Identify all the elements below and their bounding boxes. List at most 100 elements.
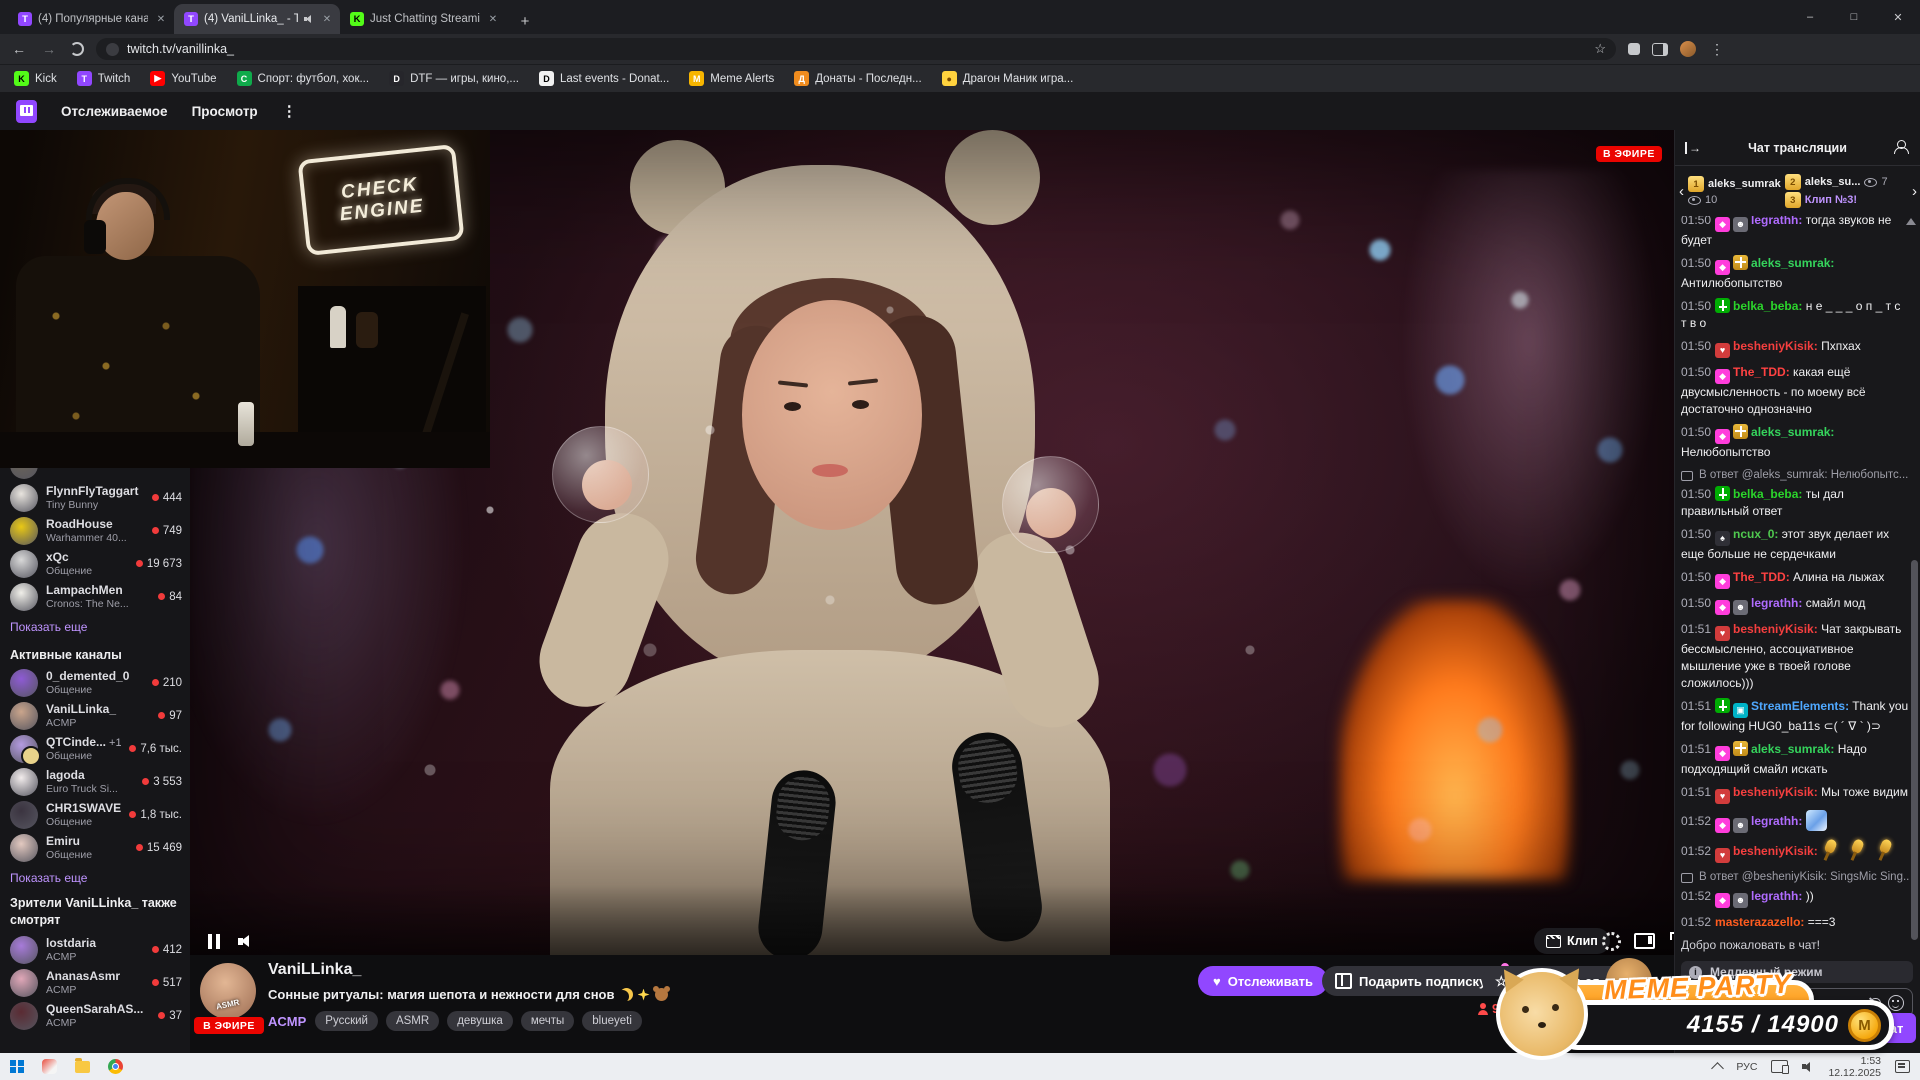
pip-stream[interactable]: CHECK ENGINE xyxy=(0,130,490,468)
message-username[interactable]: legrathh: xyxy=(1751,216,1802,227)
minimize-button[interactable]: – xyxy=(1788,0,1832,34)
sidebar-channel-row[interactable]: AnanasAsmrACMP517 xyxy=(0,966,190,999)
chat-scrollbar[interactable] xyxy=(1911,560,1918,940)
sidebar-channel-row[interactable]: lagodaEuro Truck Si...3 553 xyxy=(0,765,190,798)
clip-card[interactable]: 2aleks_su...7 3Клип №3! xyxy=(1785,174,1888,208)
message-username[interactable]: legrathh: xyxy=(1751,814,1802,828)
tray-expand-icon[interactable] xyxy=(1712,1062,1725,1075)
site-info-icon[interactable] xyxy=(106,43,119,56)
pause-button[interactable] xyxy=(208,934,222,949)
message-username[interactable]: masterazazello: xyxy=(1715,915,1804,929)
browser-tab[interactable]: T(4) Популярные каналы - Twitc✕ xyxy=(8,4,174,34)
follow-button[interactable]: ♥Отслеживать xyxy=(1198,966,1328,996)
chat-users-icon[interactable] xyxy=(1894,140,1910,154)
message-username[interactable]: aleks_sumrak: xyxy=(1751,742,1834,756)
browser-tab[interactable]: T(4) VaniLLinka_ - Twitch✕ xyxy=(174,4,340,34)
language-indicator[interactable]: РУС xyxy=(1736,1061,1757,1073)
sidebar-channel-row[interactable]: VaniLLinka_ACMP97 xyxy=(0,699,190,732)
message-username[interactable]: The_TDD: xyxy=(1733,570,1790,584)
show-more-link[interactable]: Показать еще xyxy=(10,871,190,885)
message-username[interactable]: The_TDD: xyxy=(1733,365,1790,379)
bookmark-item[interactable]: KKick xyxy=(14,71,57,86)
message-username[interactable]: ncux_0: xyxy=(1733,527,1778,541)
sidebar-channel-row[interactable]: FlynnFlyTaggartTiny Bunny444 xyxy=(0,481,190,514)
sidebar-channel-row[interactable]: LampachMenCronos: The Ne...84 xyxy=(0,580,190,613)
taskbar-app-icon[interactable] xyxy=(42,1059,57,1074)
bookmark-item[interactable]: TTwitch xyxy=(77,71,131,86)
chrome-icon[interactable] xyxy=(108,1059,123,1074)
bookmark-item[interactable]: DDTF — игры, кино,... xyxy=(389,71,519,86)
category-link[interactable]: ACMP xyxy=(268,1014,306,1029)
browser-menu-icon[interactable]: ⋮ xyxy=(1708,41,1726,58)
clip-card[interactable]: 1aleks_sumrak 10 xyxy=(1688,176,1781,206)
extensions-icon[interactable] xyxy=(1628,43,1640,55)
nav-following[interactable]: Отслеживаемое xyxy=(61,104,168,119)
start-button-icon[interactable] xyxy=(10,1060,24,1074)
bookmark-item[interactable]: ▶YouTube xyxy=(150,71,216,86)
reload-icon[interactable] xyxy=(70,42,84,56)
theater-mode-icon[interactable] xyxy=(1634,933,1655,949)
player-settings-icon[interactable] xyxy=(1602,932,1621,951)
browser-profile-avatar[interactable] xyxy=(1680,41,1696,57)
stream-tag[interactable]: девушка xyxy=(447,1011,513,1031)
nav-browse[interactable]: Просмотр xyxy=(192,104,258,119)
stream-tag[interactable]: мечты xyxy=(521,1011,574,1031)
message-username[interactable]: legrathh: xyxy=(1751,596,1802,610)
tab-close-icon[interactable]: ✕ xyxy=(486,14,500,25)
sidebar-channel-row[interactable]: RoadHouseWarhammer 40...749 xyxy=(0,514,190,547)
message-username[interactable]: besheniyKisik: xyxy=(1733,622,1818,636)
message-username[interactable]: besheniyKisik: xyxy=(1733,785,1818,799)
sidebar-channel-row[interactable]: EmiruОбщение15 469 xyxy=(0,831,190,864)
channel-avatar xyxy=(10,969,38,997)
message-username[interactable]: legrathh: xyxy=(1751,889,1802,903)
sidebar-channel-row[interactable]: xQcОбщение19 673 xyxy=(0,547,190,580)
message-username[interactable]: besheniyKisik: xyxy=(1733,339,1818,353)
back-icon[interactable]: ← xyxy=(10,41,28,57)
bookmark-item[interactable]: ССпорт: футбол, хок... xyxy=(237,71,370,86)
message-username[interactable]: belka_beba: xyxy=(1733,299,1802,313)
nav-more-icon[interactable]: ⋮ xyxy=(282,102,297,120)
bookmark-star-icon[interactable]: ☆ xyxy=(1594,41,1606,57)
maximize-button[interactable]: □ xyxy=(1832,0,1876,34)
taskbar-clock[interactable]: 1:53 12.12.2025 xyxy=(1828,1055,1881,1079)
file-explorer-icon[interactable] xyxy=(75,1061,90,1073)
stream-tag[interactable]: blueyeti xyxy=(582,1011,642,1031)
message-username[interactable]: belka_beba: xyxy=(1733,487,1802,501)
side-panel-icon[interactable] xyxy=(1652,43,1668,56)
message-username[interactable]: aleks_sumrak: xyxy=(1751,425,1834,439)
clip-button[interactable]: Клип xyxy=(1534,928,1610,954)
sidebar-channel-row[interactable]: 0_demented_0Общение210 xyxy=(0,666,190,699)
stream-tag[interactable]: ASMR xyxy=(386,1011,439,1031)
message-username[interactable]: StreamElements: xyxy=(1751,699,1849,713)
sidebar-channel-row[interactable]: QTCinde... +1Общение7,6 тыс. xyxy=(0,732,190,765)
new-tab-button[interactable]: + xyxy=(512,8,538,34)
channel-avatar[interactable]: ASMR xyxy=(200,963,256,1019)
speaker-icon[interactable] xyxy=(1802,1062,1814,1072)
sidebar-channel-row[interactable]: lostdariaACMP412 xyxy=(0,933,190,966)
tab-close-icon[interactable]: ✕ xyxy=(154,14,168,25)
twitch-logo-icon[interactable] xyxy=(16,100,37,123)
emote-picker-icon[interactable] xyxy=(1888,995,1904,1011)
sidebar-channel-row[interactable]: CHR1SWAVEОбщение1,8 тыс. xyxy=(0,798,190,831)
message-username[interactable]: besheniyKisik: xyxy=(1733,844,1818,858)
collapse-chat-icon[interactable]: → xyxy=(1685,141,1701,155)
volume-icon[interactable] xyxy=(238,935,254,948)
bookmark-item[interactable]: MMeme Alerts xyxy=(689,71,774,86)
carousel-left-icon[interactable]: ‹ xyxy=(1679,183,1684,200)
url-bar[interactable]: twitch.tv/vanillinka_ ☆ xyxy=(96,38,1616,60)
bookmark-item[interactable]: DLast events - Donat... xyxy=(539,71,669,86)
bookmark-item[interactable]: ●Драгон Маник игра... xyxy=(942,71,1074,86)
notification-center-icon[interactable] xyxy=(1895,1060,1910,1073)
carousel-right-icon[interactable]: › xyxy=(1912,183,1917,200)
display-icon[interactable] xyxy=(1771,1060,1788,1073)
bookmark-item[interactable]: ДДонаты - Последн... xyxy=(794,71,921,86)
message-username[interactable]: aleks_sumrak: xyxy=(1751,256,1834,270)
sidebar-channel-row[interactable]: QueenSarahAS...ACMP37 xyxy=(0,999,190,1032)
tab-close-icon[interactable]: ✕ xyxy=(320,14,334,25)
show-more-link[interactable]: Показать еще xyxy=(10,620,190,634)
stream-tag[interactable]: Русский xyxy=(315,1011,378,1031)
channel-name[interactable]: VaniLLinka_ xyxy=(268,961,361,979)
forward-icon[interactable]: → xyxy=(40,41,58,57)
browser-tab[interactable]: KJust Chatting Streaming - Live S✕ xyxy=(340,4,506,34)
close-button[interactable]: ✕ xyxy=(1876,0,1920,34)
